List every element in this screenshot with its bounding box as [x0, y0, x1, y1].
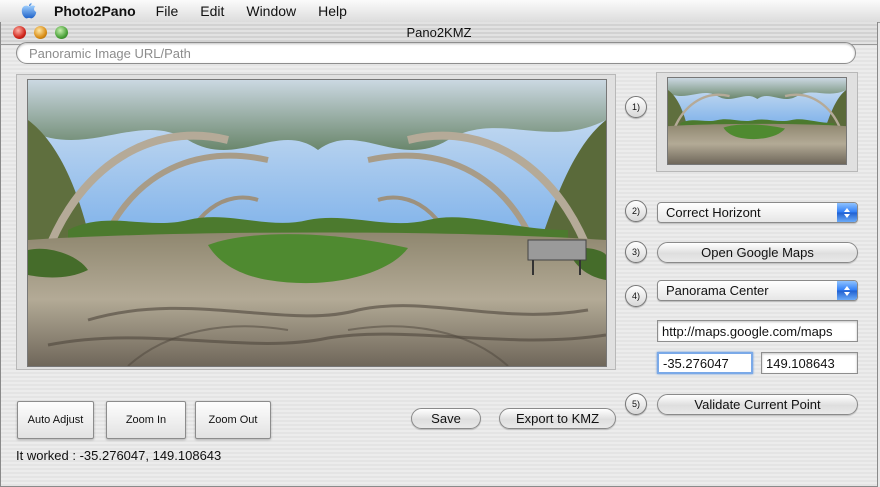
point-type-popup[interactable]: Panorama Center: [657, 280, 858, 301]
horizon-popup[interactable]: Correct Horizont: [657, 202, 858, 223]
updown-arrows-icon: [837, 281, 857, 300]
validate-current-point-button[interactable]: Validate Current Point: [657, 394, 858, 415]
menu-app-name[interactable]: Photo2Pano: [54, 0, 136, 22]
open-google-maps-button[interactable]: Open Google Maps: [657, 242, 858, 263]
minimize-window-icon[interactable]: [34, 26, 47, 39]
step-3-marker: 3): [625, 241, 647, 263]
panorama-image[interactable]: [27, 79, 607, 367]
step-2-marker: 2): [625, 200, 647, 222]
zoom-out-button[interactable]: Zoom Out: [195, 401, 271, 439]
horizon-popup-value: Correct Horizont: [666, 205, 761, 220]
step-5-marker: 5): [625, 393, 647, 415]
apple-logo-icon[interactable]: [20, 2, 38, 20]
menu-bar: Photo2Pano File Edit Window Help: [0, 0, 880, 23]
step-4-marker: 4): [625, 285, 647, 307]
panorama-thumbnail: [667, 77, 847, 165]
menu-window[interactable]: Window: [246, 0, 296, 22]
window-title: Pano2KMZ: [406, 25, 472, 40]
zoom-window-icon[interactable]: [55, 26, 68, 39]
save-button[interactable]: Save: [411, 408, 481, 429]
zoom-in-button[interactable]: Zoom In: [106, 401, 186, 439]
point-type-popup-value: Panorama Center: [666, 283, 769, 298]
close-window-icon[interactable]: [13, 26, 26, 39]
thumbnail-frame: [656, 72, 858, 172]
status-message: It worked : -35.276047, 149.108643: [16, 448, 222, 463]
export-kmz-button[interactable]: Export to KMZ: [499, 408, 616, 429]
auto-adjust-button[interactable]: Auto Adjust: [17, 401, 94, 439]
menu-help[interactable]: Help: [318, 0, 347, 22]
menu-edit[interactable]: Edit: [200, 0, 224, 22]
latitude-field[interactable]: [657, 352, 753, 374]
step-1-marker: 1): [625, 96, 647, 118]
panorama-view-frame: [16, 74, 616, 370]
menu-file[interactable]: File: [156, 0, 179, 22]
longitude-field[interactable]: [761, 352, 858, 374]
image-url-field[interactable]: [16, 42, 856, 64]
updown-arrows-icon: [837, 203, 857, 222]
maps-url-field[interactable]: [657, 320, 858, 342]
